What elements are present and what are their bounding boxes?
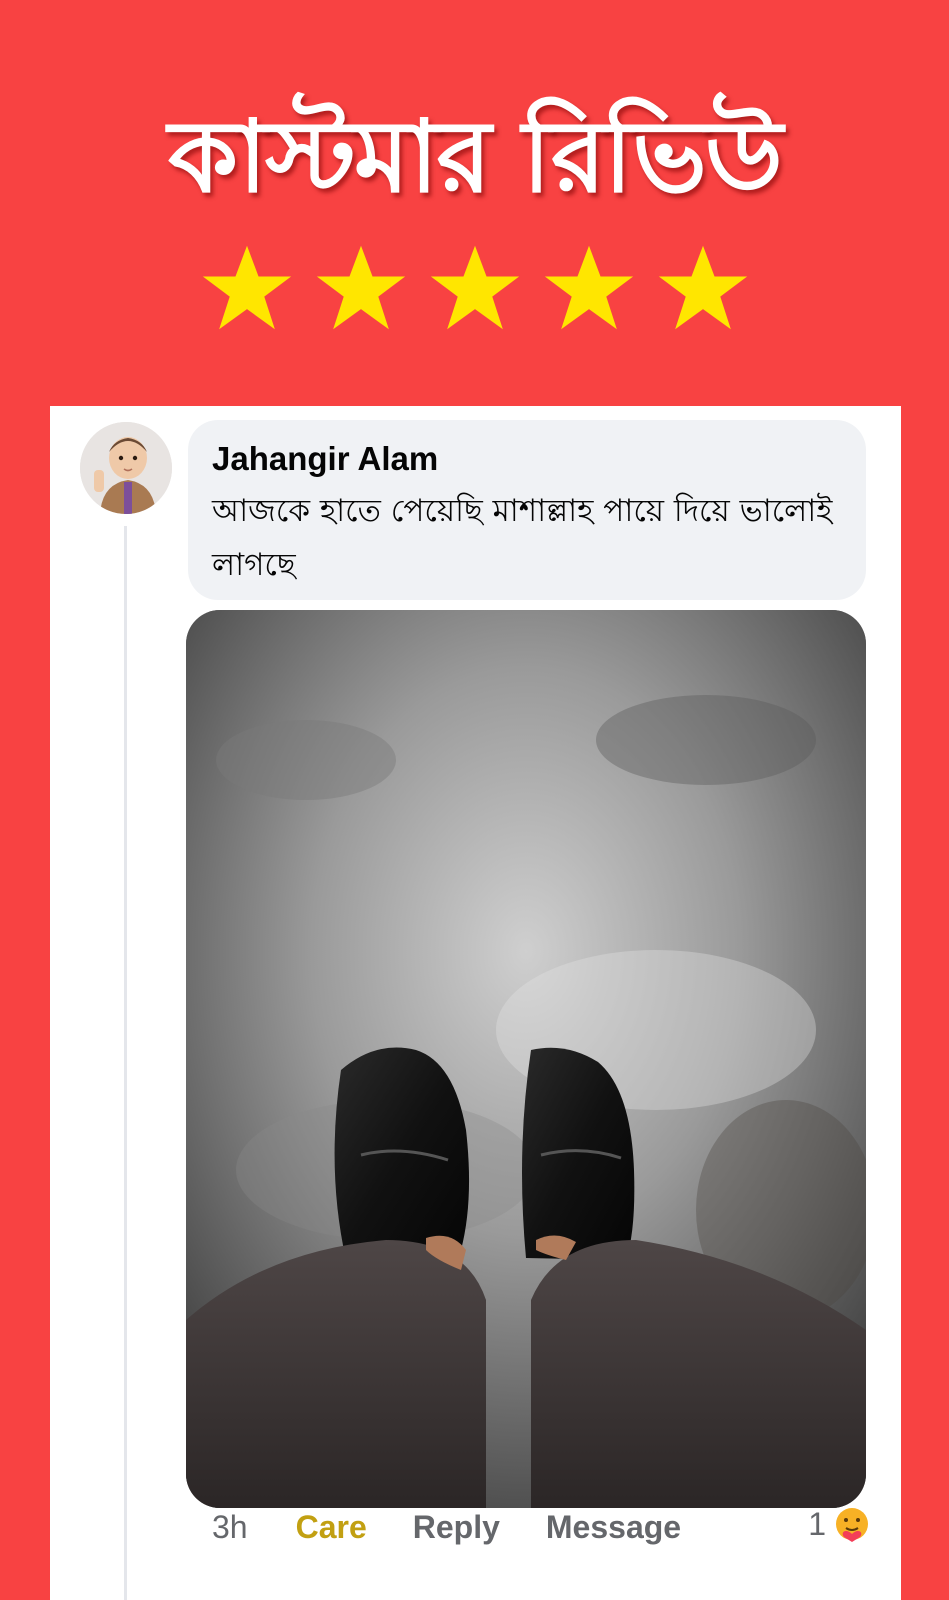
comment-time: 3h	[212, 1508, 248, 1545]
reaction-summary[interactable]: 1	[808, 1504, 872, 1544]
care-emoji-icon	[836, 1508, 868, 1542]
comment-photo[interactable]	[186, 610, 866, 1508]
avatar[interactable]	[80, 422, 172, 514]
care-reaction-button[interactable]: Care	[296, 1509, 367, 1546]
banner-title: কাস্টমার রিভিউ	[168, 98, 783, 215]
comment-actions: 3h Care Reply Message 1	[212, 1504, 872, 1550]
reply-button[interactable]: Reply	[413, 1509, 500, 1546]
thread-line	[124, 526, 127, 1600]
comment-text: আজকে হাতে পেয়েছি মাশাল্লাহ পায়ে দিয়ে …	[212, 493, 833, 583]
reaction-count: 1	[808, 1505, 826, 1542]
star-icon	[427, 240, 523, 336]
rating-stars	[0, 240, 949, 336]
star-icon	[199, 240, 295, 336]
star-icon	[313, 240, 409, 336]
star-icon	[655, 240, 751, 336]
comment-author[interactable]: Jahangir Alam	[212, 438, 842, 480]
star-icon	[541, 240, 637, 336]
message-button[interactable]: Message	[546, 1509, 681, 1546]
customer-photo-black-loafers-icon	[186, 610, 866, 1508]
comment-bubble: Jahangir Alam আজকে হাতে পেয়েছি মাশাল্লা…	[188, 420, 866, 600]
profile-photo-icon	[80, 422, 172, 514]
comment-card: Jahangir Alam আজকে হাতে পেয়েছি মাশাল্লা…	[50, 406, 901, 1600]
